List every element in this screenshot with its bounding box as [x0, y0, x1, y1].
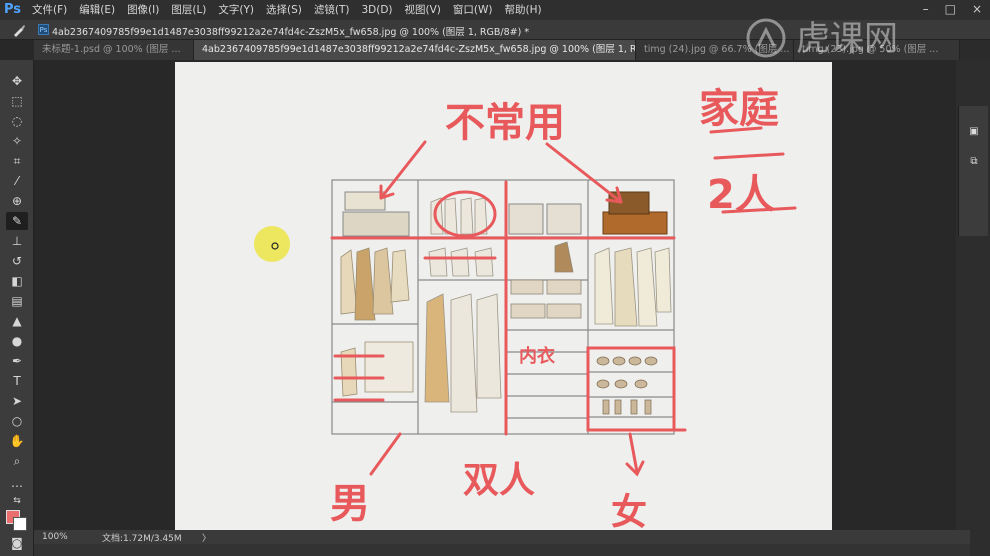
zoom-level[interactable]: 100%: [34, 532, 98, 542]
quick-mask-icon[interactable]: ◙: [6, 534, 28, 552]
type-tool-icon[interactable]: T: [6, 372, 28, 390]
menu-layer[interactable]: 图层(L): [165, 0, 212, 20]
menu-help[interactable]: 帮助(H): [499, 0, 548, 20]
photoshop-logo: Ps: [4, 2, 22, 17]
pen-tool-icon[interactable]: ✒: [6, 352, 28, 370]
menu-filter[interactable]: 滤镜(T): [308, 0, 356, 20]
edit-toolbar-icon[interactable]: …: [6, 474, 28, 492]
annotation-double: 双人: [463, 460, 535, 501]
ellipse-tool-icon[interactable]: ○: [6, 412, 28, 430]
healing-brush-tool-icon[interactable]: ⊕: [6, 192, 28, 210]
gradient-tool-icon[interactable]: ▤: [6, 292, 28, 310]
tab-untitled[interactable]: 未标题-1.psd @ 100% (图层 ...: [34, 40, 194, 60]
tools-panel: ✥ ⬚ ◌ ✧ ⌗ ⁄ ⊕ ✎ ⊥ ↺ ◧ ▤ ▲ ● ✒ T ➤ ○ ✋ ⌕ …: [0, 60, 34, 556]
annotation-family: 家庭: [699, 86, 779, 132]
annotation-male: 男: [330, 481, 370, 527]
menu-window[interactable]: 窗口(W): [447, 0, 499, 20]
annotation-two-people: 2人: [707, 172, 775, 218]
clone-stamp-tool-icon[interactable]: ⊥: [6, 232, 28, 250]
annotation-female: 女: [611, 492, 647, 530]
menu-select[interactable]: 选择(S): [260, 0, 308, 20]
tab-label: 4ab2367409785f99e1d1487e3038ff99212a2e74…: [202, 44, 636, 55]
menu-3d[interactable]: 3D(D): [355, 0, 398, 20]
watermark-text: 虎课网: [796, 19, 898, 59]
wardrobe-sketch: 不常用 家庭 2人 内衣 男 双人 女: [330, 86, 797, 530]
eraser-tool-icon[interactable]: ◧: [6, 272, 28, 290]
menu-type[interactable]: 文字(Y): [212, 0, 260, 20]
watermark-logo: 虎课网: [746, 18, 898, 59]
status-bar: 100% 文档:1.72M/3.45M 〉: [34, 530, 970, 544]
magic-wand-tool-icon[interactable]: ✧: [6, 132, 28, 150]
marquee-tool-icon[interactable]: ⬚: [6, 92, 28, 110]
menu-file[interactable]: 文件(F): [26, 0, 73, 20]
menu-edit[interactable]: 编辑(E): [73, 0, 121, 20]
path-selection-tool-icon[interactable]: ➤: [6, 392, 28, 410]
move-tool-icon[interactable]: ✥: [6, 72, 28, 90]
history-brush-tool-icon[interactable]: ↺: [6, 252, 28, 270]
menu-image[interactable]: 图像(I): [121, 0, 165, 20]
horizontal-scrollbar[interactable]: [34, 544, 970, 556]
status-menu-arrow-icon[interactable]: 〉: [202, 531, 211, 544]
document-title: 4ab2367409785f99e1d1487e3038ff99212a2e74…: [52, 27, 530, 38]
document-size: 文档:1.72M/3.45M: [102, 533, 182, 544]
tab-active-document[interactable]: 4ab2367409785f99e1d1487e3038ff99212a2e74…: [194, 40, 636, 60]
annotation-rarely-used: 不常用: [445, 100, 565, 146]
zoom-tool-icon[interactable]: ⌕: [6, 452, 28, 470]
annotation-underwear: 内衣: [519, 345, 555, 367]
canvas-area[interactable]: 不常用 家庭 2人 内衣 男 双人 女: [34, 60, 970, 530]
document-canvas[interactable]: 不常用 家庭 2人 内衣 男 双人 女: [175, 62, 832, 530]
brush-tool-icon[interactable]: ✎: [6, 212, 28, 230]
brush-tool-preset-icon[interactable]: [12, 23, 26, 37]
swap-colors-icon[interactable]: ⇆: [6, 492, 28, 510]
dodge-tool-icon[interactable]: ●: [6, 332, 28, 350]
eyedropper-tool-icon[interactable]: ⁄: [6, 172, 28, 190]
hand-tool-icon[interactable]: ✋: [6, 432, 28, 450]
blur-tool-icon[interactable]: ▲: [6, 312, 28, 330]
lasso-tool-icon[interactable]: ◌: [6, 112, 28, 130]
libraries-icon[interactable]: ▣: [964, 122, 984, 140]
collapsed-panels: ▣ ⧉: [958, 106, 988, 236]
background-color-swatch[interactable]: [13, 517, 27, 531]
tab-label: 未标题-1.psd @ 100% (图层 ...: [42, 44, 181, 55]
crop-tool-icon[interactable]: ⌗: [6, 152, 28, 170]
ps-document-icon: Ps: [38, 24, 49, 35]
menu-view[interactable]: 视图(V): [399, 0, 447, 20]
brush-cursor-icon: [254, 226, 290, 262]
right-panel-dock: ▣ ⧉: [956, 60, 990, 556]
properties-icon[interactable]: ⧉: [964, 152, 984, 170]
